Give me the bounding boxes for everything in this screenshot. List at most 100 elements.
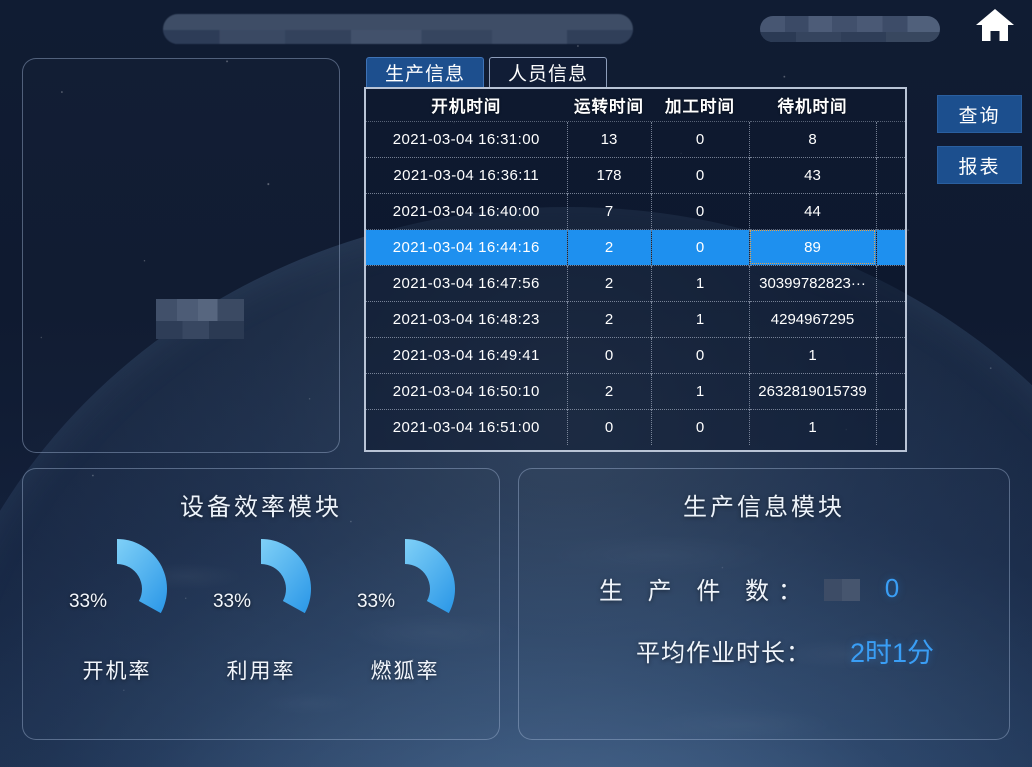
- home-icon: [975, 8, 1015, 42]
- cell-process-time[interactable]: 1: [651, 300, 750, 337]
- cell-spacer: [876, 120, 905, 157]
- left-info-panel: [22, 58, 340, 453]
- cell-start-time[interactable]: 2021-03-04 16:40:00: [366, 192, 568, 229]
- cell-start-time[interactable]: 2021-03-04 16:36:11: [366, 156, 568, 193]
- cell-spacer: [876, 300, 905, 337]
- cell-run-time[interactable]: 13: [567, 120, 652, 157]
- average-duration-value: 2时1分: [849, 637, 935, 668]
- column-header-spacer: [876, 89, 905, 121]
- production-table-container[interactable]: 开机时间 运转时间 加工时间 待机时间 2021-03-04 16:31:00 1…: [364, 87, 907, 452]
- cell-process-time[interactable]: 0: [651, 156, 750, 193]
- cell-run-time[interactable]: 2: [567, 264, 652, 301]
- gauge-arc: 33%: [348, 537, 462, 641]
- cell-run-time[interactable]: 2: [567, 300, 652, 337]
- table-body: 2021-03-04 16:31:00 13 0 8 2021-03-04 16:36:…: [366, 120, 905, 445]
- cell-idle-time[interactable]: 2632819015739: [749, 372, 877, 409]
- cell-spacer: [876, 336, 905, 373]
- table-row[interactable]: 2021-03-04 16:36:11 178 0 43: [366, 156, 905, 193]
- app-header: [0, 0, 1032, 50]
- app-root: 生产信息 人员信息 开机时间 运转时间 加工时间 待机时间 2021-03-04…: [0, 0, 1032, 767]
- cell-process-time[interactable]: 0: [651, 120, 750, 157]
- gauge-percent-value: 33%: [68, 591, 108, 612]
- cell-idle-time[interactable]: 44: [749, 192, 877, 229]
- cell-run-time[interactable]: 0: [567, 408, 652, 445]
- gauge-label: 利用率: [226, 660, 296, 683]
- gauge-label: 开机率: [82, 660, 152, 683]
- production-info-module: 生产信息模块 生 产 件 数： 0 平均作业时长： 2时1分: [518, 468, 1010, 740]
- tab-bar: 生产信息 人员信息: [366, 57, 608, 87]
- cell-idle-time[interactable]: 8: [749, 120, 877, 157]
- production-count-redacted-overlay: [824, 579, 860, 601]
- cell-spacer: [876, 264, 905, 301]
- cell-process-time[interactable]: 1: [651, 264, 750, 301]
- cell-idle-time[interactable]: 43: [749, 156, 877, 193]
- gauge-row: 33% 开机率 33% 利用率 33% 燃狐率: [23, 537, 499, 685]
- average-duration-row: 平均作业时长： 2时1分: [559, 619, 973, 681]
- production-table: 开机时间 运转时间 加工时间 待机时间 2021-03-04 16:31:00 1…: [366, 89, 905, 445]
- cell-idle-time[interactable]: 1: [749, 336, 877, 373]
- cell-spacer: [876, 228, 905, 265]
- production-info-rows: 生 产 件 数： 0 平均作业时长： 2时1分: [559, 557, 973, 681]
- equipment-efficiency-module: 设备效率模块 33% 开机率 33% 利用率 33% 燃狐率: [22, 468, 500, 740]
- cell-process-time[interactable]: 0: [651, 408, 750, 445]
- cell-run-time[interactable]: 7: [567, 192, 652, 229]
- table-header-row: 开机时间 运转时间 加工时间 待机时间: [366, 89, 905, 121]
- production-count-row: 生 产 件 数： 0: [559, 557, 973, 619]
- table-row[interactable]: 2021-03-04 16:47:56 2 1 30399782823···: [366, 264, 905, 301]
- cell-run-time[interactable]: 0: [567, 336, 652, 373]
- left-panel-redacted-content: [156, 299, 244, 339]
- table-row[interactable]: 2021-03-04 16:40:00 7 0 44: [366, 192, 905, 229]
- gauge-arc: 33%: [204, 537, 318, 641]
- cell-spacer: [876, 156, 905, 193]
- column-header-idle-time: 待机时间: [777, 97, 848, 116]
- production-count-label: 生 产 件 数：: [598, 577, 811, 605]
- column-header-run-time: 运转时间: [574, 97, 644, 116]
- gauge-3: 33% 燃狐率: [339, 537, 471, 685]
- cell-spacer: [876, 192, 905, 229]
- cell-spacer: [876, 408, 905, 445]
- cell-run-time[interactable]: 2: [567, 228, 652, 265]
- table-row[interactable]: 2021-03-04 16:51:00 0 0 1: [366, 408, 905, 445]
- average-duration-label: 平均作业时长：: [636, 639, 811, 667]
- table-row[interactable]: 2021-03-04 16:48:23 2 1 4294967295: [366, 300, 905, 337]
- cell-idle-time[interactable]: 30399782823···: [749, 264, 877, 301]
- cell-start-time[interactable]: 2021-03-04 16:31:00: [366, 120, 568, 157]
- report-button[interactable]: 报表: [937, 146, 1022, 184]
- gauge-label: 燃狐率: [370, 660, 440, 683]
- gauge-percent-value: 33%: [356, 591, 396, 612]
- table-header: 开机时间 运转时间 加工时间 待机时间: [366, 89, 905, 121]
- table-row[interactable]: 2021-03-04 16:31:00 13 0 8: [366, 120, 905, 157]
- cell-start-time[interactable]: 2021-03-04 16:44:16: [366, 228, 568, 265]
- table-row[interactable]: 2021-03-04 16:44:16 2 0 89: [366, 228, 905, 265]
- table-row[interactable]: 2021-03-04 16:49:41 0 0 1: [366, 336, 905, 373]
- cell-spacer: [876, 372, 905, 409]
- cell-start-time[interactable]: 2021-03-04 16:47:56: [366, 264, 568, 301]
- tab-production-info[interactable]: 生产信息: [366, 57, 485, 87]
- cell-start-time[interactable]: 2021-03-04 16:49:41: [366, 336, 568, 373]
- page-title-redacted: [163, 14, 633, 44]
- side-action-group: 查询 报表: [937, 95, 1022, 184]
- table-row[interactable]: 2021-03-04 16:50:10 2 1 2632819015739: [366, 372, 905, 409]
- home-button[interactable]: [972, 4, 1018, 46]
- cell-idle-time[interactable]: 4294967295: [749, 300, 877, 337]
- cell-process-time[interactable]: 1: [651, 372, 750, 409]
- header-subtitle-redacted: [760, 16, 940, 42]
- tab-personnel-info[interactable]: 人员信息: [489, 57, 608, 87]
- gauge-2: 33% 利用率: [195, 537, 327, 685]
- cell-idle-time[interactable]: 89: [749, 228, 877, 265]
- column-header-process-time: 加工时间: [665, 97, 735, 116]
- cell-start-time[interactable]: 2021-03-04 16:48:23: [366, 300, 568, 337]
- gauge-percent-value: 33%: [212, 591, 252, 612]
- query-button[interactable]: 查询: [937, 95, 1022, 133]
- cell-process-time[interactable]: 0: [651, 192, 750, 229]
- cell-process-time[interactable]: 0: [651, 336, 750, 373]
- cell-start-time[interactable]: 2021-03-04 16:50:10: [366, 372, 568, 409]
- efficiency-module-title: 设备效率模块: [180, 494, 342, 521]
- cell-run-time[interactable]: 178: [567, 156, 652, 193]
- cell-process-time[interactable]: 0: [651, 228, 750, 265]
- gauge-arc: 33%: [60, 537, 174, 641]
- cell-start-time[interactable]: 2021-03-04 16:51:00: [366, 408, 568, 445]
- cell-idle-time[interactable]: 1: [749, 408, 877, 445]
- column-header-start-time: 开机时间: [431, 97, 502, 116]
- cell-run-time[interactable]: 2: [567, 372, 652, 409]
